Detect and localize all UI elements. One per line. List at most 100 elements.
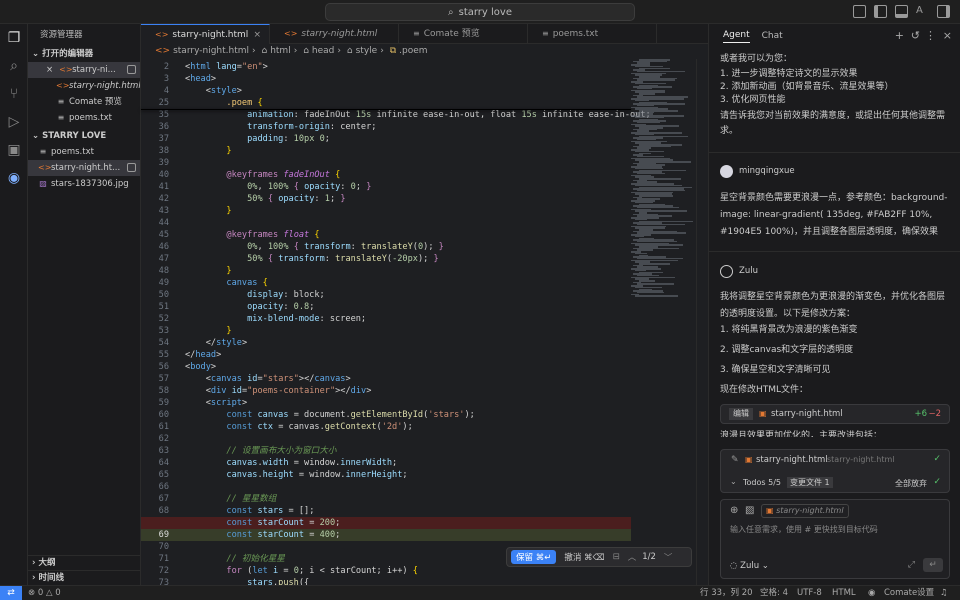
toggle-sidebar-icon[interactable] bbox=[874, 5, 887, 18]
code-line[interactable]: 39 bbox=[141, 157, 631, 169]
code-line[interactable]: 4 <style> bbox=[141, 85, 631, 97]
code-line[interactable]: 37 padding: 10px 0; bbox=[141, 133, 631, 145]
plus-icon[interactable]: + bbox=[895, 29, 904, 42]
code-line[interactable]: 69 const starCount = 400; bbox=[141, 529, 631, 541]
toggle-panel-icon[interactable] bbox=[895, 5, 908, 18]
toggle-secondary-sidebar-icon[interactable] bbox=[937, 5, 950, 18]
chevron-up-icon[interactable]: ︿ bbox=[628, 551, 637, 563]
cursor-position[interactable]: 行 33，列 20 bbox=[700, 586, 753, 600]
split-view-icon[interactable]: ⊟ bbox=[613, 552, 620, 562]
code-line[interactable]: 47 50% { transform: translateY(-20px); } bbox=[141, 253, 631, 265]
code-line[interactable]: 49 canvas { bbox=[141, 277, 631, 289]
comate-icon[interactable]: ◉ bbox=[0, 164, 28, 192]
code-line[interactable]: 67 // 星星数组 bbox=[141, 493, 631, 505]
file-item[interactable]: ▨ stars-1837306.jpg bbox=[28, 176, 140, 192]
comate-settings[interactable]: Comate设置 bbox=[884, 586, 934, 600]
font-icon[interactable]: A bbox=[916, 5, 929, 18]
tab-comate-preview[interactable]: ≡ Comate 预览 bbox=[399, 24, 528, 44]
close-icon[interactable]: × bbox=[253, 25, 261, 44]
code-line[interactable]: 41 0%, 100% { opacity: 0; } bbox=[141, 181, 631, 193]
code-line[interactable]: 62 bbox=[141, 433, 631, 445]
code-editor[interactable]: 2 <html lang="en"> 3 <head> 4 <style> 25 .poe… bbox=[141, 59, 651, 588]
code-line[interactable]: 56 <body> bbox=[141, 361, 631, 373]
code-line[interactable]: const starCount = 200; bbox=[141, 517, 631, 529]
breadcrumb-item[interactable]: starry-night.html bbox=[173, 46, 249, 56]
close-icon[interactable]: × bbox=[46, 65, 53, 75]
code-line[interactable]: 38 } bbox=[141, 145, 631, 157]
tab-poems[interactable]: ≡ poems.txt bbox=[528, 24, 657, 44]
tab-starry-night-preview[interactable]: <> starry-night.html bbox=[270, 24, 399, 44]
code-line[interactable]: 45 @keyframes float { bbox=[141, 229, 631, 241]
code-line[interactable]: 54 </style> bbox=[141, 337, 631, 349]
code-line[interactable]: 3 <head> bbox=[141, 73, 631, 85]
image-icon[interactable]: ▨ bbox=[745, 505, 754, 516]
add-context-icon[interactable]: ⊕ bbox=[730, 505, 738, 516]
code-line[interactable]: 68 const stars = []; bbox=[141, 505, 631, 517]
code-line[interactable]: 53 } bbox=[141, 325, 631, 337]
open-editor-item[interactable]: ≡ poems.txt bbox=[28, 110, 140, 126]
changed-file-name[interactable]: starry-night.html bbox=[756, 455, 828, 465]
history-icon[interactable]: ↺ bbox=[911, 29, 920, 42]
expand-icon[interactable]: ⤢ bbox=[908, 560, 915, 570]
code-line[interactable]: 40 @keyframes fadeInOut { bbox=[141, 169, 631, 181]
code-line[interactable]: 44 bbox=[141, 217, 631, 229]
file-item[interactable]: <>starry-night.ht... bbox=[28, 160, 140, 176]
source-control-icon[interactable]: ⑂ bbox=[0, 80, 28, 108]
layout-icon[interactable] bbox=[853, 5, 866, 18]
keep-button[interactable]: 保留 ⌘↵ bbox=[511, 550, 557, 564]
extensions-icon[interactable]: ▣ bbox=[0, 136, 28, 164]
search-icon[interactable]: ⌕ bbox=[0, 52, 28, 80]
code-line[interactable]: 61 const ctx = canvas.getContext('2d'); bbox=[141, 421, 631, 433]
tab-starry-night[interactable]: <> starry-night.html × bbox=[141, 24, 270, 44]
code-line[interactable]: 48 } bbox=[141, 265, 631, 277]
code-line[interactable]: 51 opacity: 0.8; bbox=[141, 301, 631, 313]
code-line[interactable]: 36 transform-origin: center; bbox=[141, 121, 631, 133]
language-mode[interactable]: HTML bbox=[832, 586, 856, 600]
more-icon[interactable]: ⋮ bbox=[925, 29, 936, 42]
tab-agent[interactable]: Agent bbox=[723, 30, 750, 43]
code-line[interactable]: 43 } bbox=[141, 205, 631, 217]
open-editor-item[interactable]: <>starry-night.html bbox=[28, 78, 140, 94]
vertical-scrollbar[interactable] bbox=[696, 59, 706, 585]
breadcrumb-item[interactable]: .poem bbox=[399, 46, 427, 56]
model-selector[interactable]: ◌ Zulu ⌄ bbox=[730, 561, 769, 571]
chevron-down-icon[interactable]: ⌄ bbox=[730, 477, 737, 486]
folder-header[interactable]: ⌄ STARRY LOVE bbox=[28, 128, 140, 144]
code-line[interactable]: 35 animation: fadeInOut 15s infinite eas… bbox=[141, 109, 651, 121]
problems-indicator[interactable]: ⊗ 0 △ 0 bbox=[28, 586, 61, 600]
code-line[interactable]: 60 const canvas = document.getElementByI… bbox=[141, 409, 631, 421]
chevron-down-icon[interactable]: ﹀ bbox=[664, 551, 673, 563]
command-search[interactable]: ⌕ starry love bbox=[325, 3, 635, 21]
code-line[interactable]: 52 mix-blend-mode: screen; bbox=[141, 313, 631, 325]
tab-chat[interactable]: Chat bbox=[762, 31, 783, 41]
send-button[interactable]: ↵ bbox=[923, 558, 943, 572]
code-line[interactable]: 42 50% { opacity: 1; } bbox=[141, 193, 631, 205]
breadcrumb-item[interactable]: head bbox=[312, 46, 334, 56]
open-editors-header[interactable]: ⌄ 打开的编辑器 bbox=[28, 46, 140, 62]
remote-icon[interactable]: ⇄ bbox=[0, 586, 22, 600]
run-debug-icon[interactable]: ▷ bbox=[0, 108, 28, 136]
minimap[interactable] bbox=[631, 59, 693, 299]
code-line[interactable]: 57 <canvas id="stars"></canvas> bbox=[141, 373, 631, 385]
todos-label[interactable]: Todos 5/5 bbox=[743, 478, 781, 487]
outline-header[interactable]: › 大纲 bbox=[28, 555, 141, 569]
code-line[interactable]: 50 display: block; bbox=[141, 289, 631, 301]
file-reference-chip[interactable]: ▣ starry-night.html bbox=[761, 504, 849, 518]
chat-input-box[interactable]: ⊕ ▨ ▣ starry-night.html 输入任意需求，使用 # 更快找到… bbox=[720, 499, 950, 579]
comate-status-icon[interactable]: ◉ bbox=[868, 586, 875, 600]
indentation[interactable]: 空格: 4 bbox=[760, 586, 788, 600]
open-editor-item[interactable]: ≡ Comate 预览 bbox=[28, 94, 140, 110]
close-icon[interactable]: × bbox=[943, 29, 952, 42]
breadcrumb-item[interactable]: style bbox=[356, 46, 378, 56]
undo-button[interactable]: 撤消 ⌘⌫ bbox=[564, 551, 604, 563]
code-line[interactable]: 58 <div id="poems-container"></div> bbox=[141, 385, 631, 397]
code-line[interactable]: 66 bbox=[141, 481, 631, 493]
edit-file-chip[interactable]: 编辑 ▣ starry-night.html +6 −2 bbox=[720, 404, 950, 424]
timeline-header[interactable]: › 时间线 bbox=[28, 570, 141, 584]
open-editor-item[interactable]: × <>starry-ni... bbox=[28, 62, 140, 78]
encoding[interactable]: UTF-8 bbox=[797, 586, 822, 600]
bell-icon[interactable]: ♫ bbox=[940, 586, 948, 600]
code-line[interactable]: 63 // 设置画布大小为窗口大小 bbox=[141, 445, 631, 457]
code-line[interactable]: 64 canvas.width = window.innerWidth; bbox=[141, 457, 631, 469]
code-line[interactable]: 25 .poem { bbox=[141, 97, 631, 109]
